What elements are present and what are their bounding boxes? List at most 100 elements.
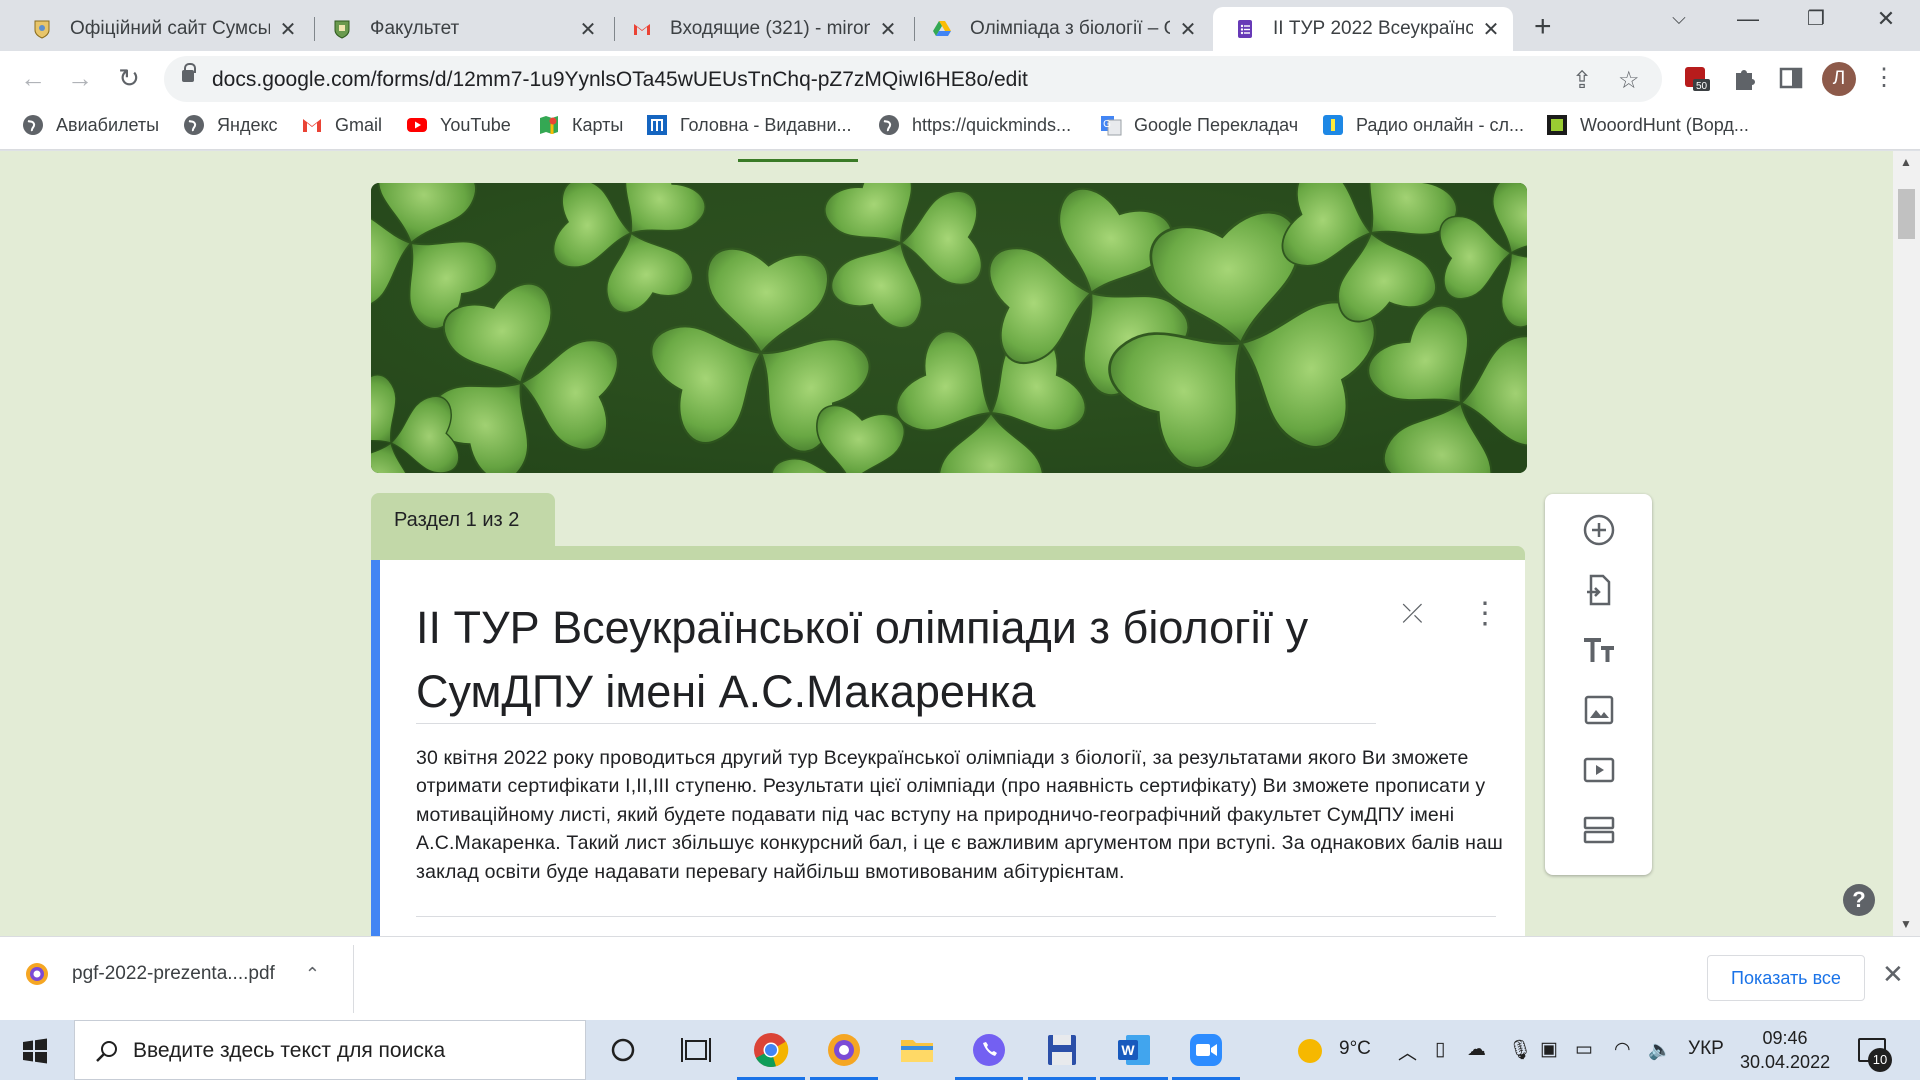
bookmark-item[interactable]: YouTube (406, 114, 511, 136)
wifi-icon[interactable]: ◠ (1614, 1038, 1631, 1061)
more-options-icon[interactable]: ⋮ (1470, 596, 1500, 631)
address-bar[interactable]: docs.google.com/forms/d/12mm7-1u9YynlsOT… (164, 56, 1662, 102)
bookmark-item[interactable]: https://quickminds... (878, 114, 1071, 136)
browser-tab[interactable]: Офіційний сайт Сумсько ✕ (10, 7, 310, 51)
show-all-downloads-button[interactable]: Показать все (1707, 955, 1865, 1001)
browser-tab[interactable]: Олімпіада з біології – Go ✕ (910, 7, 1210, 51)
windows-taskbar: Введите здесь текст для поиска W 9°C ︿ ▯… (0, 1020, 1920, 1080)
svg-text:W: W (1121, 1042, 1135, 1058)
restore-button[interactable]: ❐ (1796, 6, 1836, 31)
volume-icon[interactable]: 🔈 (1648, 1038, 1672, 1062)
cortana-icon[interactable] (601, 1028, 645, 1072)
active-tab-indicator (738, 159, 858, 162)
bookmark-item[interactable]: Авиабилеты (22, 114, 159, 136)
task-view-icon[interactable] (674, 1028, 718, 1072)
faculty-crest-icon (334, 20, 350, 39)
translate-icon: G (1101, 116, 1122, 136)
taskbar-search-box[interactable]: Введите здесь текст для поиска (74, 1020, 586, 1080)
radio-icon (1323, 115, 1343, 135)
word-icon[interactable]: W (1112, 1028, 1156, 1072)
battery-icon[interactable]: ▭ (1575, 1038, 1593, 1061)
download-item[interactable]: pgf-2022-prezenta....pdf ⌃ (24, 961, 320, 987)
viber-icon[interactable] (967, 1028, 1011, 1072)
minimize-button[interactable]: — (1728, 6, 1768, 32)
side-panel-icon[interactable] (1777, 64, 1805, 92)
form-description[interactable]: 30 квітня 2022 року проводиться другий т… (416, 744, 1506, 886)
form-title[interactable]: II ТУР Всеукраїнської олімпіади з біолог… (416, 596, 1416, 724)
new-tab-button[interactable]: + (1534, 10, 1552, 44)
help-icon[interactable]: ? (1843, 884, 1875, 916)
add-image-icon[interactable] (1581, 692, 1617, 728)
tab-search-icon[interactable]: ⌵ (1659, 8, 1699, 29)
profile-avatar[interactable]: Л (1822, 62, 1856, 96)
windows-start-icon[interactable] (22, 1038, 48, 1064)
add-video-icon[interactable] (1581, 752, 1617, 788)
reload-button[interactable]: ↻ (113, 63, 145, 94)
file-explorer-icon[interactable] (895, 1028, 939, 1072)
globe-icon (184, 115, 204, 135)
add-title-icon[interactable] (1581, 632, 1617, 668)
close-tab-icon[interactable]: ✕ (578, 17, 598, 42)
microphone-icon[interactable]: 🎙 (1508, 1038, 1532, 1062)
close-window-button[interactable]: ✕ (1866, 6, 1906, 32)
add-question-icon[interactable] (1581, 512, 1617, 548)
form-header-card[interactable]: II ТУР Всеукраїнської олімпіади з біолог… (371, 560, 1525, 936)
forward-button[interactable]: → (64, 63, 96, 94)
close-tab-icon[interactable]: ✕ (878, 17, 898, 42)
weather-sun-icon[interactable] (1297, 1038, 1323, 1064)
header-image-clover[interactable] (371, 183, 1527, 473)
import-questions-icon[interactable] (1581, 572, 1617, 608)
add-section-icon[interactable] (1581, 812, 1617, 848)
share-icon[interactable]: ⇪ (1572, 66, 1592, 95)
scroll-down-icon[interactable]: ▼ (1900, 917, 1912, 931)
collapse-icon[interactable]: ⤫ (1402, 598, 1423, 630)
clock-date: 30.04.2022 (1740, 1052, 1831, 1072)
bookmark-star-icon[interactable]: ☆ (1618, 66, 1640, 95)
close-downloads-icon[interactable]: ✕ (1882, 959, 1904, 990)
bookmark-label: Авиабилеты (56, 114, 160, 135)
close-tab-icon[interactable]: ✕ (278, 17, 298, 42)
chrome-icon[interactable] (749, 1028, 793, 1072)
download-separator (353, 945, 354, 1013)
system-clock[interactable]: 09:46 30.04.2022 (1740, 1026, 1830, 1074)
browser-app-icon[interactable] (822, 1028, 866, 1072)
bookmark-item[interactable]: Gmail (301, 114, 382, 136)
extensions-puzzle-icon[interactable] (1730, 64, 1758, 92)
chevron-up-icon[interactable]: ⌃ (305, 964, 320, 985)
globe-icon (23, 115, 43, 135)
scrollbar[interactable]: ▲ ▼ (1893, 151, 1920, 936)
onedrive-icon[interactable]: ☁ (1467, 1038, 1486, 1061)
extension-icon[interactable]: 50 (1682, 64, 1710, 92)
pdf-file-icon (26, 963, 48, 985)
back-button[interactable]: ← (17, 63, 49, 94)
gmail-icon (303, 119, 321, 132)
scroll-up-icon[interactable]: ▲ (1900, 155, 1912, 169)
bookmark-item[interactable]: Головна - Видавни... (646, 114, 852, 136)
bookmark-item[interactable]: WooordHunt (Ворд... (1546, 114, 1749, 136)
zoom-icon[interactable] (1184, 1028, 1228, 1072)
bookmark-item[interactable]: G Google Перекладач (1100, 114, 1298, 136)
close-tab-icon[interactable]: ✕ (1178, 17, 1198, 42)
input-language[interactable]: УКР (1688, 1038, 1724, 1060)
bookmark-label: Карты (572, 114, 624, 135)
device-icon[interactable]: ▯ (1435, 1038, 1445, 1061)
bookmark-item[interactable]: Карты (538, 114, 623, 136)
tab-title: Факультет (370, 18, 460, 39)
wooordhunt-icon (1547, 115, 1567, 135)
floppy-save-icon[interactable] (1040, 1028, 1084, 1072)
menu-icon[interactable]: ⋮ (1868, 63, 1900, 92)
show-hidden-icons[interactable]: ︿ (1398, 1038, 1417, 1065)
weather-temperature[interactable]: 9°C (1339, 1038, 1371, 1060)
bookmark-item[interactable]: Радио онлайн - сл... (1322, 114, 1524, 136)
browser-tab[interactable]: Входящие (321) - mirone ✕ (610, 7, 910, 51)
tab-title: Входящие (321) - mirone (670, 18, 870, 39)
bookmark-item[interactable]: Яндекс (183, 114, 278, 136)
bookmark-label: Головна - Видавни... (680, 114, 852, 135)
close-tab-icon[interactable]: ✕ (1481, 17, 1501, 42)
screen-capture-icon[interactable]: ▣ (1540, 1038, 1558, 1061)
notification-center-icon[interactable]: 10 (1858, 1038, 1892, 1072)
lock-icon[interactable] (182, 63, 196, 82)
browser-tab-active[interactable]: II ТУР 2022 Всеукраїнськ ✕ (1213, 7, 1513, 51)
scrollbar-thumb[interactable] (1898, 189, 1915, 239)
browser-tab[interactable]: Факультет ✕ (310, 7, 610, 51)
